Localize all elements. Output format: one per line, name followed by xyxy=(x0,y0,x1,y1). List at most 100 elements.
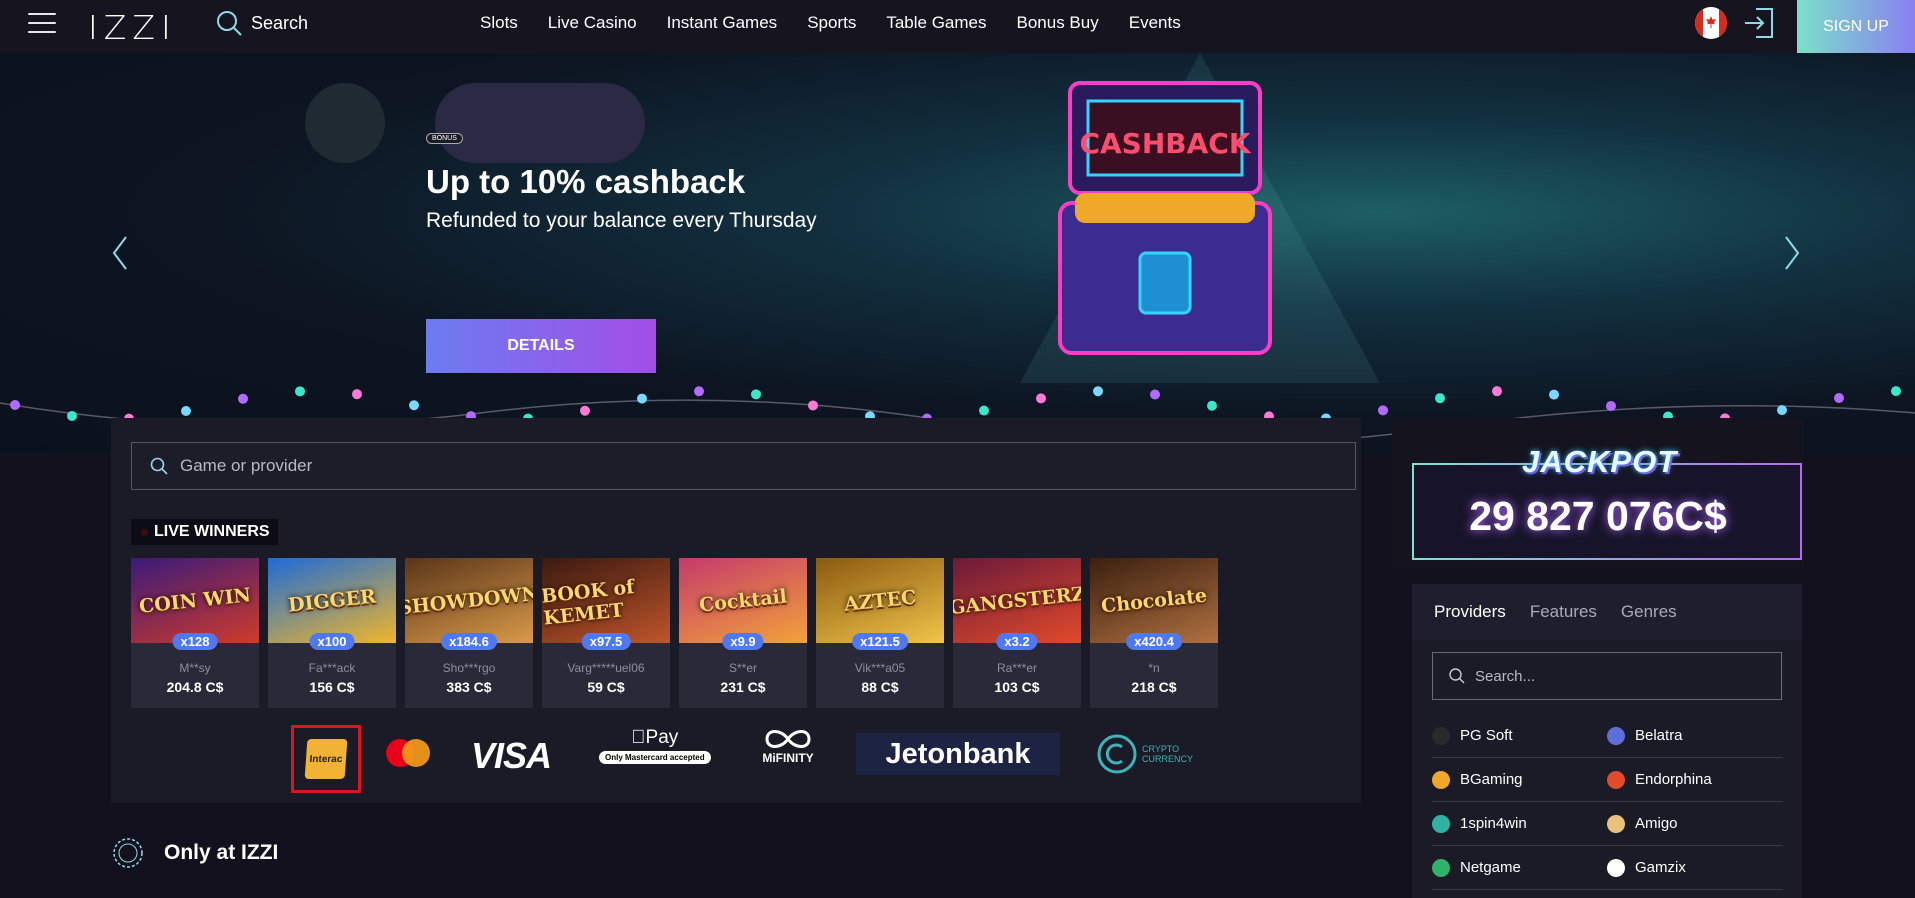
provider-logo-icon xyxy=(1432,770,1450,789)
logo[interactable]: IZZI xyxy=(88,8,177,47)
light-bulb xyxy=(1435,393,1445,404)
provider-logo-icon xyxy=(1432,814,1450,833)
game-search-field[interactable] xyxy=(131,442,1356,490)
light-bulb xyxy=(580,405,590,416)
nav-events[interactable]: Events xyxy=(1129,13,1181,33)
only-at-izzi-section: Only at IZZI xyxy=(112,837,278,869)
game-thumbnail: COIN WIN xyxy=(131,558,259,643)
chest-label: CASHBACK xyxy=(1079,127,1251,160)
tab-features[interactable]: Features xyxy=(1530,602,1597,622)
provider-item[interactable]: PG Soft xyxy=(1432,714,1607,758)
apple-icon:  xyxy=(631,727,645,748)
mifinity-logo[interactable]: MiFINITY xyxy=(761,727,815,765)
light-bulb xyxy=(1492,386,1502,397)
provider-item[interactable]: Amigo xyxy=(1607,802,1782,846)
light-bulb xyxy=(1093,386,1103,397)
winner-card[interactable]: DIGGER x100 Fa***ack 156 C$ xyxy=(268,558,396,708)
provider-logo-icon xyxy=(1607,770,1625,789)
live-winners-text: LIVE WINNERS xyxy=(154,523,270,540)
multiplier-badge: x9.9 xyxy=(722,633,764,650)
menu-icon[interactable] xyxy=(28,13,56,35)
game-title: COIN WIN xyxy=(138,583,252,618)
winner-card[interactable]: SHOWDOWN x184.6 Sho***rgo 383 C$ xyxy=(405,558,533,708)
winner-username: M**sy xyxy=(179,661,211,675)
winner-card[interactable]: Cocktail x9.9 S**er 231 C$ xyxy=(679,558,807,708)
izzi-badge-icon xyxy=(113,838,143,868)
apple-pay-logo[interactable]: Pay Only Mastercard accepted xyxy=(599,727,711,764)
search-icon xyxy=(150,457,168,475)
light-bulb xyxy=(238,393,248,404)
provider-logo-icon xyxy=(1432,858,1450,877)
carousel-next-icon[interactable] xyxy=(1780,233,1804,273)
provider-item[interactable]: Gamzix xyxy=(1607,846,1782,890)
mastercard-logo[interactable] xyxy=(383,737,433,769)
tab-genres[interactable]: Genres xyxy=(1621,602,1677,622)
game-search-input[interactable] xyxy=(180,456,1280,476)
game-thumbnail: GANGSTERZ xyxy=(953,558,1081,643)
provider-search-field[interactable] xyxy=(1432,652,1782,700)
winner-card[interactable]: Chocolate x420.4 *n 218 C$ xyxy=(1090,558,1218,708)
provider-item[interactable]: 1spin4win xyxy=(1432,802,1607,846)
game-title: SHOWDOWN xyxy=(405,582,533,619)
jackpot-title: JACKPOT xyxy=(1522,444,1678,479)
provider-item[interactable]: Belatra xyxy=(1607,714,1782,758)
details-button[interactable]: DETAILS xyxy=(426,319,656,373)
provider-search-input[interactable] xyxy=(1475,667,1775,685)
game-title: DIGGER xyxy=(287,584,377,617)
winner-amount: 204.8 C$ xyxy=(166,679,224,695)
light-bulb xyxy=(979,405,989,416)
winner-username: *n xyxy=(1148,661,1160,675)
nav-slots[interactable]: Slots xyxy=(480,13,518,33)
light-bulb xyxy=(1150,389,1160,400)
header-search[interactable]: Search xyxy=(215,9,308,37)
interac-logo[interactable]: Interac xyxy=(291,725,361,793)
provider-item[interactable]: Netgame xyxy=(1432,846,1607,890)
light-bulb xyxy=(1036,393,1046,404)
light-bulb xyxy=(751,389,761,400)
light-bulb xyxy=(1207,400,1217,411)
winner-card[interactable]: AZTEC x121.5 Vik***a05 88 C$ xyxy=(816,558,944,708)
provider-item[interactable]: BGaming xyxy=(1432,758,1607,802)
light-bulb xyxy=(1606,400,1616,411)
canada-flag-icon[interactable] xyxy=(1695,7,1727,39)
hero-title: Up to 10% cashback xyxy=(426,163,746,200)
nav-instant-games[interactable]: Instant Games xyxy=(667,13,778,33)
light-bulb xyxy=(808,400,818,411)
jetonbank-logo[interactable]: Jetonbank xyxy=(856,733,1060,775)
light-bulb xyxy=(1777,405,1787,416)
nav-table-games[interactable]: Table Games xyxy=(886,13,986,33)
winner-amount: 231 C$ xyxy=(720,679,766,695)
interac-text: Interac xyxy=(304,739,348,779)
winner-card[interactable]: COIN WIN x128 M**sy 204.8 C$ xyxy=(131,558,259,708)
infinity-icon xyxy=(765,730,811,748)
nav-bonus-buy[interactable]: Bonus Buy xyxy=(1017,13,1099,33)
winner-card[interactable]: GANGSTERZ x3.2 Ra***er 103 C$ xyxy=(953,558,1081,708)
visa-logo[interactable]: VISA xyxy=(471,735,552,777)
crypto-currency-logo[interactable]: CRYPTO CURRENCY xyxy=(1096,733,1193,775)
jackpot-widget[interactable]: JACKPOT 29 827 076C$ xyxy=(1392,418,1804,568)
winner-card[interactable]: BOOK of KEMET x97.5 Varg*****uel06 59 C$ xyxy=(542,558,670,708)
provider-item[interactable]: Endorphina xyxy=(1607,758,1782,802)
provider-name: Netgame xyxy=(1460,859,1521,876)
decor-pill xyxy=(435,83,645,163)
multiplier-badge: x420.4 xyxy=(1126,633,1182,650)
provider-name: BGaming xyxy=(1460,771,1523,788)
nav-sports[interactable]: Sports xyxy=(807,13,856,33)
winner-amount: 156 C$ xyxy=(309,679,355,695)
login-icon[interactable] xyxy=(1742,6,1776,40)
light-bulb xyxy=(637,393,647,404)
top-bar: IZZI Search Slots Live Casino Instant Ga… xyxy=(0,0,1915,53)
winner-amount: 103 C$ xyxy=(994,679,1040,695)
winner-amount: 59 C$ xyxy=(587,679,625,695)
sign-up-button[interactable]: SIGN UP xyxy=(1797,0,1915,53)
provider-name: Amigo xyxy=(1635,815,1678,832)
search-icon xyxy=(217,11,242,36)
tab-providers[interactable]: Providers xyxy=(1434,602,1506,622)
main-nav: Slots Live Casino Instant Games Sports T… xyxy=(480,0,1211,46)
carousel-prev-icon[interactable] xyxy=(108,233,132,273)
winner-username: Sho***rgo xyxy=(442,661,496,675)
provider-name: 1spin4win xyxy=(1460,815,1527,832)
live-winners-label: LIVE WINNERS xyxy=(131,519,278,545)
winner-username: S**er xyxy=(728,661,757,675)
nav-live-casino[interactable]: Live Casino xyxy=(548,13,637,33)
